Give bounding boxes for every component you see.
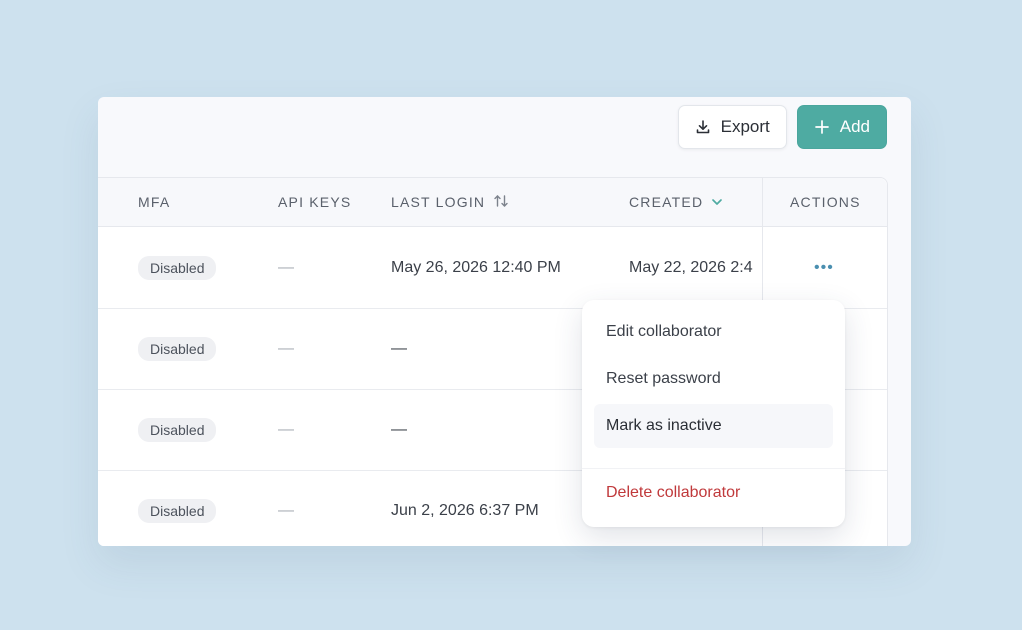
menu-item-delete-collaborator[interactable]: Delete collaborator <box>594 471 833 515</box>
last-login-cell: — <box>391 308 407 389</box>
toolbar: Export Add <box>677 105 887 149</box>
column-header-created[interactable]: CREATED <box>629 178 723 226</box>
last-login-cell: May 26, 2026 12:40 PM <box>391 227 561 308</box>
column-header-last-login[interactable]: LAST LOGIN <box>391 178 509 226</box>
sort-arrows-icon[interactable] <box>493 194 509 211</box>
app-stage: Export Add MFA API KEYS LAST LOGIN CREAT… <box>0 0 1022 630</box>
chevron-down-icon[interactable] <box>711 194 723 210</box>
mfa-cell: Disabled <box>138 389 217 470</box>
plus-icon <box>814 119 830 135</box>
download-icon <box>695 119 711 135</box>
table-header: MFA API KEYS LAST LOGIN CREATED ACTIONS <box>98 178 887 227</box>
mfa-cell: Disabled <box>138 470 217 546</box>
column-label: API KEYS <box>278 194 352 210</box>
row-actions-menu: Edit collaborator Reset password Mark as… <box>582 300 845 527</box>
mfa-cell: Disabled <box>138 227 217 308</box>
column-header-actions: ACTIONS <box>790 178 861 226</box>
more-horizontal-icon[interactable]: ••• <box>814 259 834 276</box>
status-badge: Disabled <box>138 498 217 523</box>
actions-cell: ••• <box>814 227 834 308</box>
last-login-value: — <box>391 339 407 357</box>
menu-item-edit-collaborator[interactable]: Edit collaborator <box>594 310 833 354</box>
api-keys-value: — <box>278 339 294 357</box>
api-keys-value: — <box>278 501 294 519</box>
api-keys-cell: — <box>278 470 294 546</box>
status-badge: Disabled <box>138 336 217 361</box>
export-label: Export <box>720 117 770 136</box>
api-keys-value: — <box>278 258 294 276</box>
export-button[interactable]: Export <box>677 105 787 149</box>
last-login-value: May 26, 2026 12:40 PM <box>391 258 561 276</box>
api-keys-cell: — <box>278 308 294 389</box>
status-badge: Disabled <box>138 255 217 280</box>
menu-divider <box>582 468 845 469</box>
column-header-mfa: MFA <box>138 178 170 226</box>
column-label: MFA <box>138 194 171 210</box>
created-cell: May 22, 2026 2:4 <box>629 227 763 308</box>
column-header-api-keys: API KEYS <box>278 178 351 226</box>
add-label: Add <box>839 117 870 136</box>
menu-item-reset-password[interactable]: Reset password <box>594 357 833 401</box>
menu-item-mark-inactive[interactable]: Mark as inactive <box>594 404 833 448</box>
column-label: ACTIONS <box>790 194 861 210</box>
last-login-cell: Jun 2, 2026 6:37 PM <box>391 470 539 546</box>
api-keys-cell: — <box>278 389 294 470</box>
status-badge: Disabled <box>138 417 217 442</box>
mfa-cell: Disabled <box>138 308 217 389</box>
last-login-value: Jun 2, 2026 6:37 PM <box>391 501 539 519</box>
created-value: May 22, 2026 2:4 <box>629 258 753 276</box>
column-label: CREATED <box>629 194 704 210</box>
last-login-value: — <box>391 420 407 438</box>
api-keys-value: — <box>278 420 294 438</box>
column-label: LAST LOGIN <box>391 194 486 210</box>
last-login-cell: — <box>391 389 407 470</box>
table-row[interactable]: Disabled — May 26, 2026 12:40 PM May 22,… <box>98 227 887 309</box>
api-keys-cell: — <box>278 227 294 308</box>
add-button[interactable]: Add <box>796 105 887 149</box>
